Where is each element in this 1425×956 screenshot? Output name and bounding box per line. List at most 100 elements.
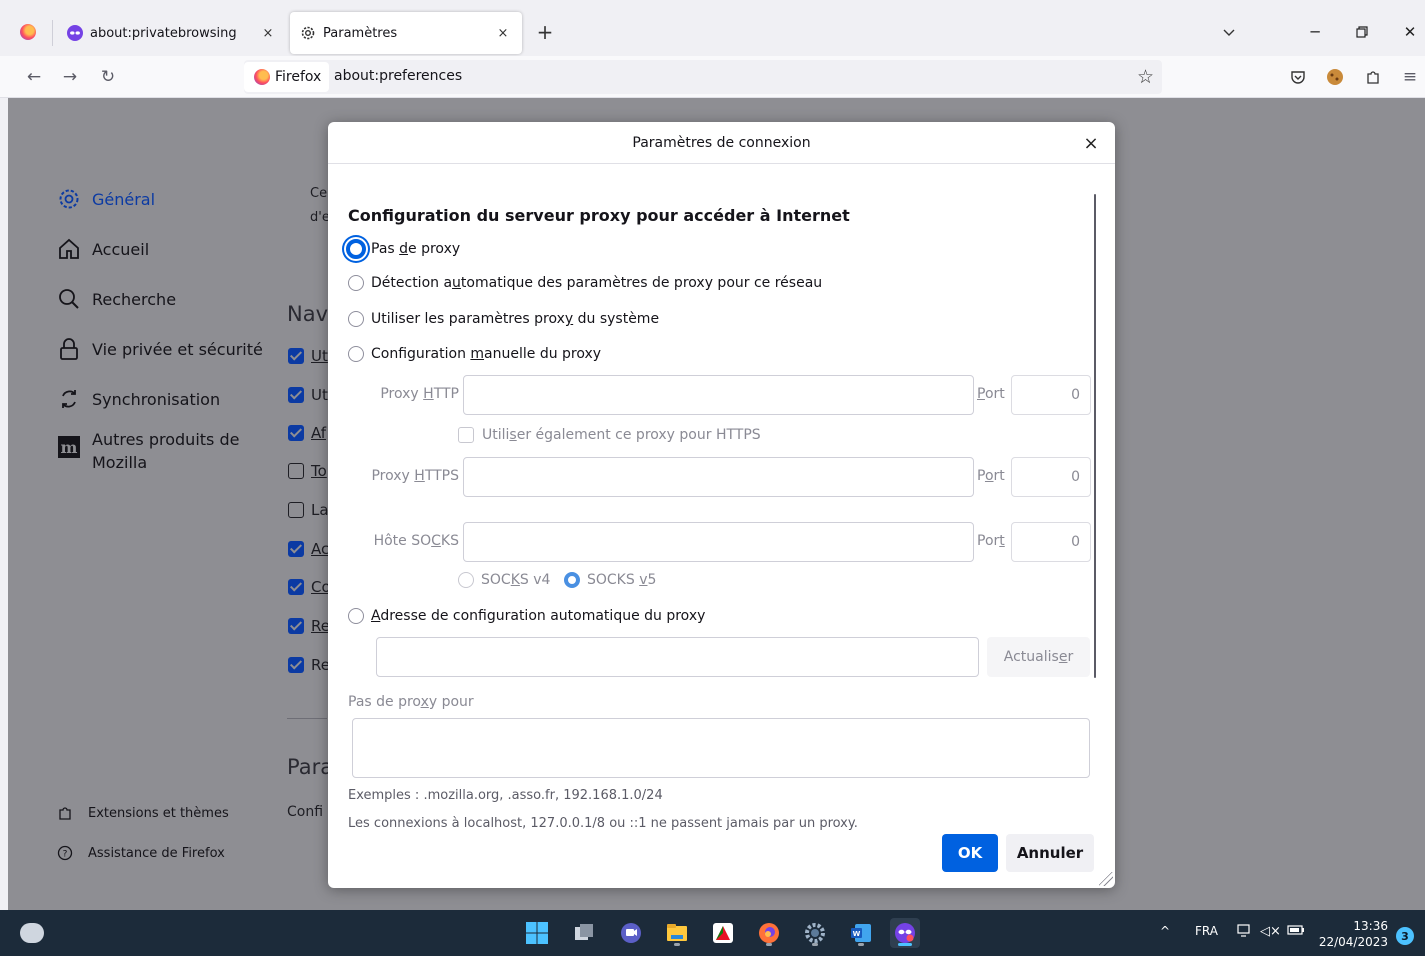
file-explorer-icon[interactable] (662, 918, 692, 948)
new-tab-button[interactable]: + (533, 20, 557, 44)
sidebar-item-home[interactable]: Accueil (56, 236, 149, 262)
scrollbar[interactable] (1094, 194, 1096, 678)
lock-icon (56, 336, 82, 362)
battery-icon[interactable] (1287, 924, 1305, 940)
tab-private-browsing[interactable]: about:privatebrowsing × (57, 12, 287, 54)
radio-label: Configuration manuelle du proxy (371, 346, 602, 362)
radio-button[interactable] (348, 275, 364, 291)
task-view-icon[interactable] (569, 918, 599, 948)
settings-gear-icon[interactable] (800, 918, 830, 948)
dialog-title: Paramètres de connexion (632, 134, 811, 151)
checkbox[interactable] (288, 657, 304, 673)
checkbox[interactable] (288, 387, 304, 403)
checkbox[interactable] (288, 502, 304, 518)
http-proxy-input[interactable] (463, 375, 974, 415)
radio-label: SOCKS v4 (481, 572, 551, 588)
sidebar-item-general[interactable]: Général (56, 186, 155, 212)
auto-config-url-input[interactable] (376, 637, 979, 677)
forward-arrow-icon[interactable]: → (58, 65, 82, 89)
reload-button[interactable]: Actualis e r (987, 637, 1090, 677)
extensions-puzzle-icon[interactable] (1361, 65, 1385, 89)
back-arrow-icon[interactable]: ← (22, 65, 46, 89)
checkbox[interactable] (288, 425, 304, 441)
radio-socks-v5[interactable]: SOCKS v5 (564, 572, 656, 588)
radio-label: SOCKS v5 (587, 572, 657, 588)
extensions-themes-link[interactable]: Extensions et thèmes (56, 804, 229, 822)
network-config-text: Confi (287, 804, 324, 820)
checkbox[interactable] (458, 427, 474, 443)
hamburger-menu-icon[interactable]: ≡ (1398, 65, 1422, 89)
bookmark-star-icon[interactable]: ☆ (1137, 66, 1154, 88)
socks-host-input[interactable] (463, 522, 974, 562)
app-icon[interactable] (708, 918, 738, 948)
radio-no-proxy[interactable]: Pas de proxy (346, 239, 461, 259)
checkbox[interactable] (288, 463, 304, 479)
show-hidden-icons[interactable]: ^ (1160, 924, 1170, 938)
teams-chat-icon[interactable] (616, 918, 646, 948)
start-windows-icon[interactable] (522, 918, 552, 948)
dialog-header: Paramètres de connexion (328, 122, 1115, 164)
radio-manual-proxy[interactable]: Configuration manuelle du proxy (348, 346, 601, 362)
socks-host-label: Hôte SOCKS (373, 533, 459, 549)
sidebar-item-privacy[interactable]: Vie privée et sécurité (56, 336, 263, 362)
no-proxy-for-textarea[interactable] (352, 718, 1090, 778)
checkbox[interactable] (288, 618, 304, 634)
checkbox[interactable] (288, 348, 304, 364)
language-indicator[interactable]: FRA (1195, 924, 1218, 938)
radio-auto-config-url[interactable]: Adresse de configuration automatique du … (348, 608, 705, 624)
radio-label: Pas de proxy (371, 241, 461, 257)
close-tab-icon[interactable]: × (257, 22, 279, 44)
firefox-taskbar-icon[interactable] (754, 918, 784, 948)
checkbox[interactable] (288, 579, 304, 595)
clock[interactable]: 13:36 22/04/2023 (1318, 918, 1388, 950)
word-icon[interactable]: W (846, 918, 876, 948)
http-port-input[interactable]: 0 (1011, 375, 1091, 415)
radio-button[interactable] (348, 608, 364, 624)
close-window-icon[interactable]: ✕ (1398, 20, 1422, 44)
sidebar-item-search[interactable]: Recherche (56, 286, 176, 312)
ok-button[interactable]: OK (942, 834, 998, 872)
pocket-icon[interactable] (1286, 65, 1310, 89)
socks-port-input[interactable]: 0 (1011, 522, 1091, 562)
firefox-private-taskbar-icon[interactable] (890, 918, 920, 948)
identity-box[interactable]: Firefox (244, 62, 330, 92)
url-text[interactable]: about:preferences (334, 68, 462, 84)
tab-settings[interactable]: Paramètres × (290, 12, 522, 54)
list-all-tabs-icon[interactable] (1218, 22, 1240, 44)
radio-system-proxy[interactable]: Utiliser les paramètres proxy du système (348, 311, 659, 327)
https-proxy-input[interactable] (463, 457, 974, 497)
sidebar-item-label: Autres produits de Mozilla (92, 430, 240, 472)
connection-settings-dialog: Paramètres de connexion × Configuration … (328, 122, 1115, 888)
section-title: Configuration du serveur proxy pour accé… (348, 206, 850, 225)
account-avatar-icon[interactable] (1323, 65, 1347, 89)
resize-grip[interactable] (1099, 872, 1113, 886)
close-icon[interactable]: × (1079, 131, 1103, 155)
radio-button[interactable] (458, 572, 474, 588)
reload-icon[interactable]: ↻ (96, 65, 120, 89)
firefox-support-link[interactable]: ? Assistance de Firefox (56, 844, 225, 862)
radio-socks-v4[interactable]: SOCKS v4 (458, 572, 550, 588)
firefox-menu-icon[interactable] (20, 24, 36, 40)
radio-button[interactable] (348, 311, 364, 327)
weather-icon[interactable] (20, 923, 44, 943)
cancel-button[interactable]: Annuler (1006, 834, 1094, 872)
volume-muted-icon[interactable]: ◁× (1260, 924, 1281, 939)
intro-text: d'e (310, 210, 330, 225)
minimize-icon[interactable]: ─ (1303, 20, 1327, 44)
notification-badge[interactable]: 3 (1396, 927, 1414, 945)
restore-icon[interactable] (1350, 20, 1374, 44)
tab-label: about:privatebrowsing (90, 25, 237, 41)
radio-button[interactable] (348, 346, 364, 362)
sidebar-item-mozilla-products[interactable]: m Autres produits de Mozilla (56, 428, 239, 474)
sidebar-item-sync[interactable]: Synchronisation (56, 386, 220, 412)
radio-button[interactable] (346, 239, 366, 259)
network-icon[interactable] (1237, 924, 1253, 942)
mozilla-icon: m (56, 434, 82, 460)
radio-auto-detect[interactable]: Détection automatique des paramètres de … (348, 275, 822, 291)
checkbox[interactable] (288, 541, 304, 557)
url-bar[interactable]: Firefox about:preferences ☆ (244, 60, 1162, 94)
https-port-input[interactable]: 0 (1011, 457, 1091, 497)
close-tab-icon[interactable]: × (492, 22, 514, 44)
radio-button[interactable] (564, 572, 580, 588)
also-https-checkbox[interactable]: Utiliser également ce proxy pour HTTPS (458, 427, 761, 443)
